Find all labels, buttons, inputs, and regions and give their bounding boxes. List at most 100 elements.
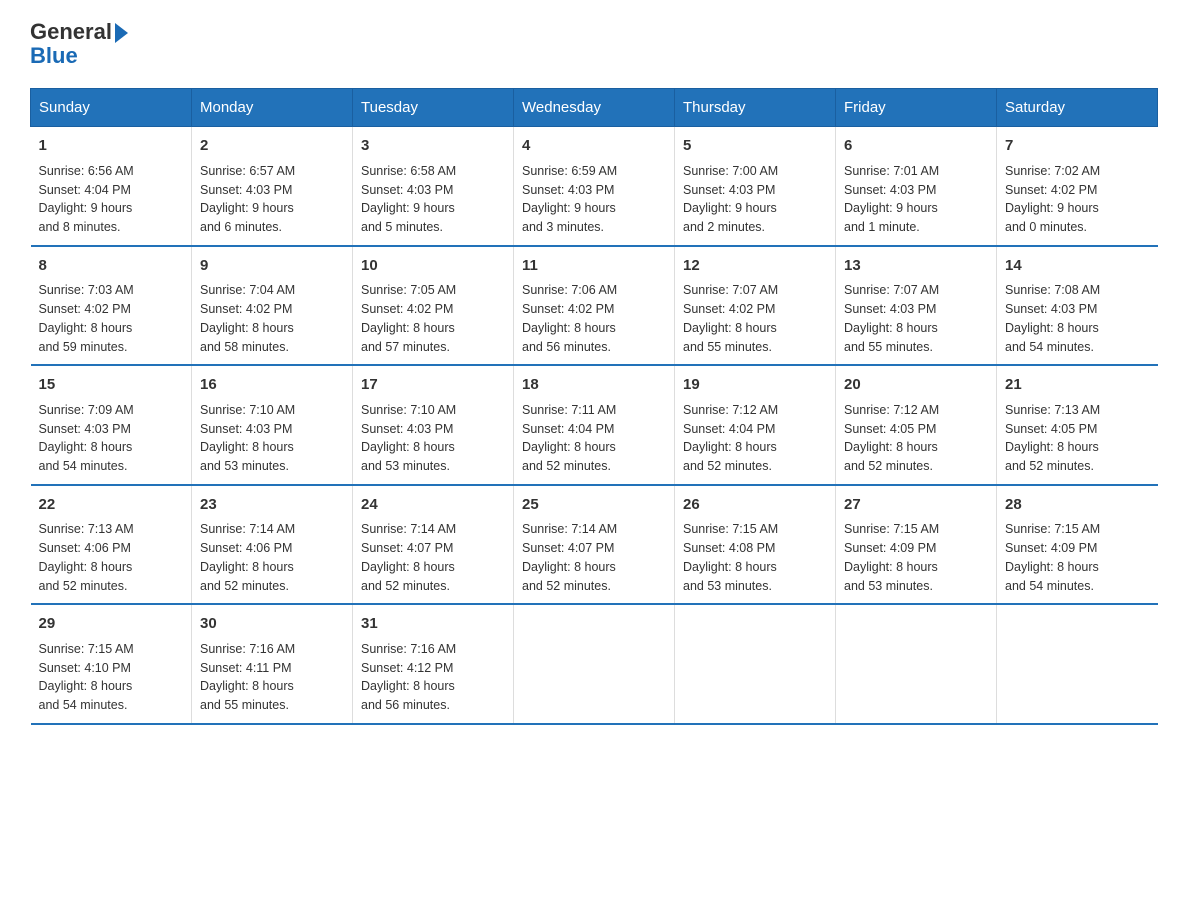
calendar-day-cell: 17 Sunrise: 7:10 AM Sunset: 4:03 PM Dayli… — [353, 365, 514, 485]
day-info: Sunrise: 7:09 AM Sunset: 4:03 PM Dayligh… — [39, 401, 184, 476]
day-info: Sunrise: 7:10 AM Sunset: 4:03 PM Dayligh… — [200, 401, 344, 476]
day-info: Sunrise: 7:15 AM Sunset: 4:08 PM Dayligh… — [683, 520, 827, 595]
day-number: 5 — [683, 135, 827, 158]
calendar-day-cell: 14 Sunrise: 7:08 AM Sunset: 4:03 PM Dayli… — [997, 246, 1158, 366]
day-number: 11 — [522, 255, 666, 278]
calendar-day-cell: 22Sunrise: 7:13 AM Sunset: 4:06 PM Dayli… — [31, 485, 192, 605]
calendar-day-cell: 7Sunrise: 7:02 AM Sunset: 4:02 PM Daylig… — [997, 127, 1158, 246]
day-number: 14 — [1005, 255, 1150, 278]
calendar-day-cell: 21 Sunrise: 7:13 AM Sunset: 4:05 PM Dayli… — [997, 365, 1158, 485]
day-number: 1 — [39, 135, 184, 158]
calendar-day-cell: 24 Sunrise: 7:14 AM Sunset: 4:07 PM Dayli… — [353, 485, 514, 605]
day-number: 24 — [361, 494, 505, 517]
calendar-day-cell: 8 Sunrise: 7:03 AM Sunset: 4:02 PM Daylig… — [31, 246, 192, 366]
calendar-day-cell: 18 Sunrise: 7:11 AM Sunset: 4:04 PM Dayli… — [514, 365, 675, 485]
day-info: Sunrise: 7:02 AM Sunset: 4:02 PM Dayligh… — [1005, 162, 1150, 237]
day-number: 8 — [39, 255, 184, 278]
calendar-week-row: 8 Sunrise: 7:03 AM Sunset: 4:02 PM Daylig… — [31, 246, 1158, 366]
day-info: Sunrise: 7:10 AM Sunset: 4:03 PM Dayligh… — [361, 401, 505, 476]
day-info: Sunrise: 6:59 AM Sunset: 4:03 PM Dayligh… — [522, 162, 666, 237]
logo-general-text: General — [30, 19, 112, 44]
weekday-header-monday: Monday — [192, 89, 353, 127]
calendar-day-cell: 30 Sunrise: 7:16 AM Sunset: 4:11 PM Dayli… — [192, 604, 353, 724]
day-number: 13 — [844, 255, 988, 278]
day-info: Sunrise: 7:04 AM Sunset: 4:02 PM Dayligh… — [200, 281, 344, 356]
calendar-day-cell: 31Sunrise: 7:16 AM Sunset: 4:12 PM Dayli… — [353, 604, 514, 724]
day-number: 30 — [200, 613, 344, 636]
day-info: Sunrise: 7:03 AM Sunset: 4:02 PM Dayligh… — [39, 281, 184, 356]
calendar-day-cell — [836, 604, 997, 724]
day-number: 29 — [39, 613, 184, 636]
day-info: Sunrise: 7:14 AM Sunset: 4:07 PM Dayligh… — [361, 520, 505, 595]
day-info: Sunrise: 7:15 AM Sunset: 4:10 PM Dayligh… — [39, 640, 184, 715]
calendar-day-cell: 15 Sunrise: 7:09 AM Sunset: 4:03 PM Dayli… — [31, 365, 192, 485]
day-info: Sunrise: 7:07 AM Sunset: 4:02 PM Dayligh… — [683, 281, 827, 356]
day-number: 6 — [844, 135, 988, 158]
calendar-day-cell — [997, 604, 1158, 724]
day-number: 20 — [844, 374, 988, 397]
logo-blue-text: Blue — [30, 43, 78, 68]
calendar-day-cell: 27 Sunrise: 7:15 AM Sunset: 4:09 PM Dayli… — [836, 485, 997, 605]
calendar-week-row: 29 Sunrise: 7:15 AM Sunset: 4:10 PM Dayli… — [31, 604, 1158, 724]
calendar-body: 1 Sunrise: 6:56 AM Sunset: 4:04 PM Daylig… — [31, 127, 1158, 724]
calendar-day-cell: 26 Sunrise: 7:15 AM Sunset: 4:08 PM Dayli… — [675, 485, 836, 605]
calendar-header: SundayMondayTuesdayWednesdayThursdayFrid… — [31, 89, 1158, 127]
day-number: 31 — [361, 613, 505, 636]
day-info: Sunrise: 7:06 AM Sunset: 4:02 PM Dayligh… — [522, 281, 666, 356]
day-info: Sunrise: 7:13 AM Sunset: 4:05 PM Dayligh… — [1005, 401, 1150, 476]
day-info: Sunrise: 7:13 AM Sunset: 4:06 PM Dayligh… — [39, 520, 184, 595]
calendar-day-cell: 3Sunrise: 6:58 AM Sunset: 4:03 PM Daylig… — [353, 127, 514, 246]
day-info: Sunrise: 6:57 AM Sunset: 4:03 PM Dayligh… — [200, 162, 344, 237]
weekday-header-saturday: Saturday — [997, 89, 1158, 127]
calendar-day-cell: 12 Sunrise: 7:07 AM Sunset: 4:02 PM Dayli… — [675, 246, 836, 366]
calendar-day-cell: 25 Sunrise: 7:14 AM Sunset: 4:07 PM Dayli… — [514, 485, 675, 605]
calendar-day-cell: 9 Sunrise: 7:04 AM Sunset: 4:02 PM Daylig… — [192, 246, 353, 366]
calendar-day-cell: 16Sunrise: 7:10 AM Sunset: 4:03 PM Dayli… — [192, 365, 353, 485]
day-info: Sunrise: 7:15 AM Sunset: 4:09 PM Dayligh… — [1005, 520, 1150, 595]
day-number: 26 — [683, 494, 827, 517]
weekday-header-tuesday: Tuesday — [353, 89, 514, 127]
calendar-day-cell: 6Sunrise: 7:01 AM Sunset: 4:03 PM Daylig… — [836, 127, 997, 246]
calendar-day-cell — [675, 604, 836, 724]
calendar-table: SundayMondayTuesdayWednesdayThursdayFrid… — [30, 88, 1158, 725]
day-info: Sunrise: 7:14 AM Sunset: 4:07 PM Dayligh… — [522, 520, 666, 595]
calendar-day-cell: 13 Sunrise: 7:07 AM Sunset: 4:03 PM Dayli… — [836, 246, 997, 366]
day-number: 2 — [200, 135, 344, 158]
day-number: 23 — [200, 494, 344, 517]
day-number: 28 — [1005, 494, 1150, 517]
day-number: 4 — [522, 135, 666, 158]
day-info: Sunrise: 6:58 AM Sunset: 4:03 PM Dayligh… — [361, 162, 505, 237]
day-info: Sunrise: 6:56 AM Sunset: 4:04 PM Dayligh… — [39, 162, 184, 237]
calendar-week-row: 1 Sunrise: 6:56 AM Sunset: 4:04 PM Daylig… — [31, 127, 1158, 246]
day-number: 9 — [200, 255, 344, 278]
day-info: Sunrise: 7:15 AM Sunset: 4:09 PM Dayligh… — [844, 520, 988, 595]
day-info: Sunrise: 7:07 AM Sunset: 4:03 PM Dayligh… — [844, 281, 988, 356]
weekday-header-sunday: Sunday — [31, 89, 192, 127]
day-info: Sunrise: 7:16 AM Sunset: 4:11 PM Dayligh… — [200, 640, 344, 715]
day-info: Sunrise: 7:14 AM Sunset: 4:06 PM Dayligh… — [200, 520, 344, 595]
calendar-day-cell: 5Sunrise: 7:00 AM Sunset: 4:03 PM Daylig… — [675, 127, 836, 246]
day-number: 25 — [522, 494, 666, 517]
page-header: General Blue — [30, 20, 1158, 68]
day-number: 10 — [361, 255, 505, 278]
day-number: 18 — [522, 374, 666, 397]
calendar-day-cell — [514, 604, 675, 724]
weekday-header-row: SundayMondayTuesdayWednesdayThursdayFrid… — [31, 89, 1158, 127]
day-number: 17 — [361, 374, 505, 397]
day-number: 12 — [683, 255, 827, 278]
calendar-day-cell: 19Sunrise: 7:12 AM Sunset: 4:04 PM Dayli… — [675, 365, 836, 485]
day-info: Sunrise: 7:11 AM Sunset: 4:04 PM Dayligh… — [522, 401, 666, 476]
calendar-day-cell: 1 Sunrise: 6:56 AM Sunset: 4:04 PM Daylig… — [31, 127, 192, 246]
day-number: 21 — [1005, 374, 1150, 397]
weekday-header-thursday: Thursday — [675, 89, 836, 127]
day-number: 27 — [844, 494, 988, 517]
weekday-header-friday: Friday — [836, 89, 997, 127]
day-info: Sunrise: 7:08 AM Sunset: 4:03 PM Dayligh… — [1005, 281, 1150, 356]
day-number: 15 — [39, 374, 184, 397]
calendar-day-cell: 2 Sunrise: 6:57 AM Sunset: 4:03 PM Daylig… — [192, 127, 353, 246]
day-info: Sunrise: 7:12 AM Sunset: 4:05 PM Dayligh… — [844, 401, 988, 476]
calendar-day-cell: 10Sunrise: 7:05 AM Sunset: 4:02 PM Dayli… — [353, 246, 514, 366]
calendar-day-cell: 28 Sunrise: 7:15 AM Sunset: 4:09 PM Dayli… — [997, 485, 1158, 605]
day-info: Sunrise: 7:12 AM Sunset: 4:04 PM Dayligh… — [683, 401, 827, 476]
logo: General Blue — [30, 20, 128, 68]
